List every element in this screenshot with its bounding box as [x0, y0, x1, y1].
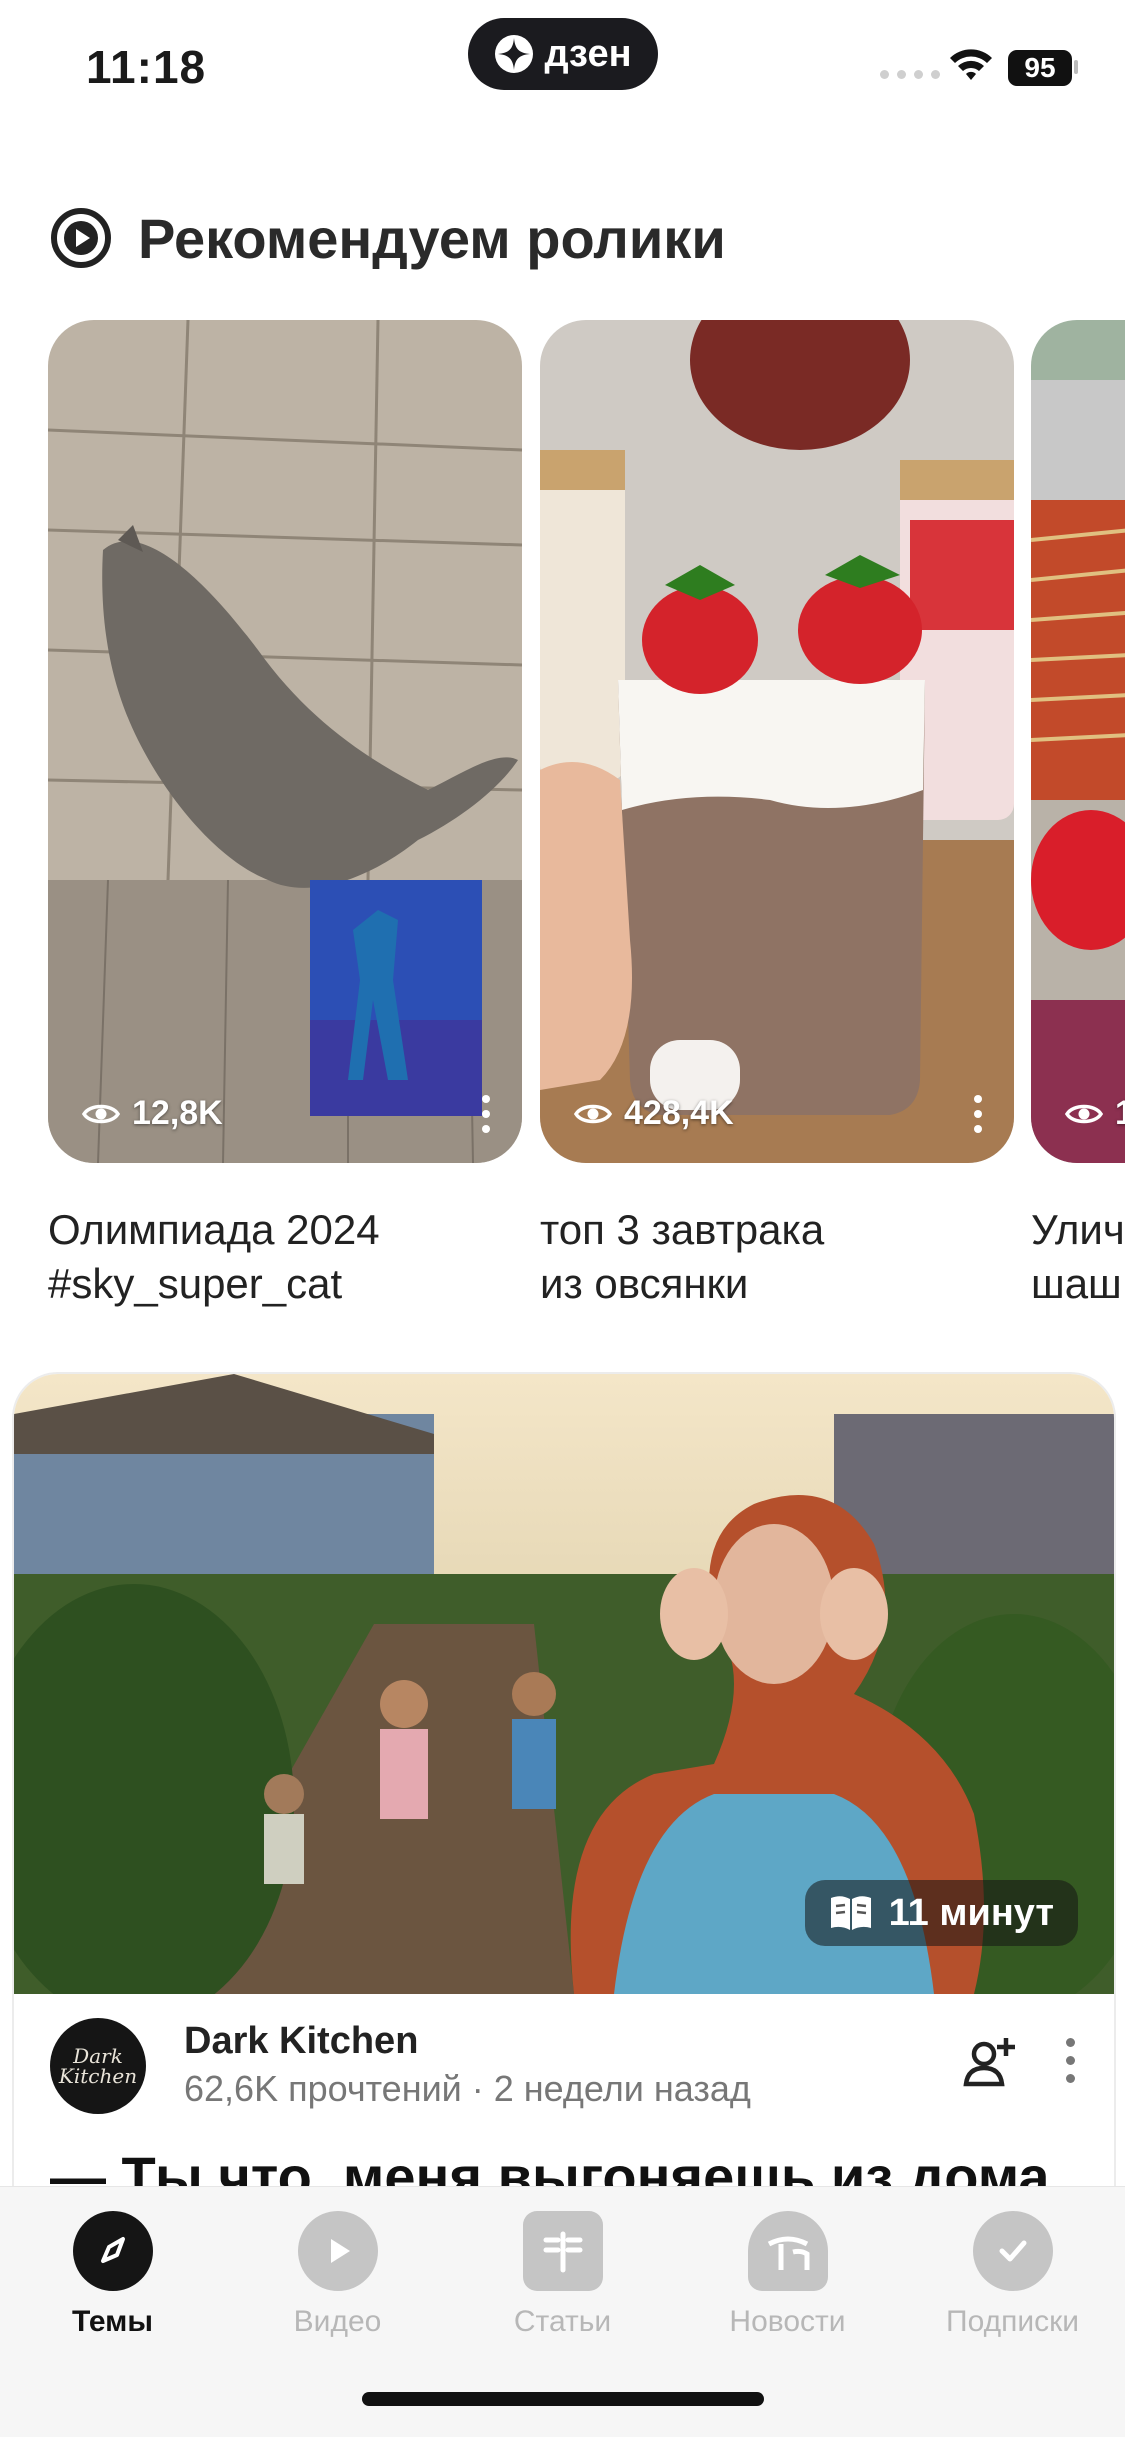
author-row: Dark Kitchen Dark Kitchen 62,6K прочтени…	[50, 2018, 1080, 2128]
tab-label: Темы	[72, 2305, 153, 2338]
street-food-video-image	[1031, 320, 1125, 1163]
oat-breakfast-video-image	[540, 320, 1014, 1163]
read-time-text: 11 минут	[888, 1891, 1054, 1934]
video-card[interactable]: 1 Улич шаш	[1031, 320, 1125, 1311]
subscribe-add-user-icon[interactable]	[962, 2032, 1018, 2088]
tab-label: Новости	[729, 2305, 846, 2338]
view-count-value: 1	[1115, 1094, 1125, 1132]
video-caption[interactable]: топ 3 завтрака из овсянки	[540, 1203, 1014, 1311]
eye-icon	[574, 1104, 612, 1123]
tab-subscriptions[interactable]: Подписки	[900, 2211, 1125, 2339]
eye-icon	[82, 1104, 120, 1123]
play-icon	[297, 2211, 378, 2291]
battery-tip	[1074, 60, 1078, 74]
tab-label: Видео	[293, 2305, 382, 2338]
video-caption[interactable]: Улич шаш	[1031, 1203, 1125, 1311]
cellular-signal-icon	[880, 70, 940, 79]
news-icon	[747, 2211, 828, 2291]
view-count-value: 428,4K	[624, 1094, 734, 1132]
home-indicator[interactable]	[362, 2392, 764, 2406]
more-options-icon[interactable]	[974, 1095, 984, 1133]
view-count: 1	[1065, 1094, 1125, 1133]
author-name[interactable]: Dark Kitchen	[184, 2020, 418, 2063]
article-cover-image[interactable]: 11 минут	[14, 1374, 1114, 1994]
tab-news[interactable]: Новости	[675, 2211, 900, 2339]
author-avatar[interactable]: Dark Kitchen	[50, 2018, 146, 2114]
wifi-icon	[950, 49, 992, 80]
status-time: 11:18	[86, 41, 207, 93]
read-time-badge: 11 минут	[804, 1880, 1078, 1946]
video-caption[interactable]: Олимпиада 2024 #sky_super_cat	[48, 1203, 522, 1311]
video-play-circle-icon	[51, 208, 111, 268]
article-card[interactable]: 11 минут Dark Kitchen Dark Kitchen 62,6K…	[12, 1372, 1116, 2276]
view-count: 428,4K	[574, 1094, 734, 1133]
article-icon	[830, 1896, 871, 1930]
article-icon	[522, 2211, 603, 2291]
article-meta: 62,6K прочтений · 2 недели назад	[184, 2068, 751, 2109]
dzen-logo-pill[interactable]: дзен	[468, 18, 658, 90]
video-thumbnail[interactable]: 12,8K	[48, 320, 522, 1163]
section-title: Рекомендуем ролики	[138, 206, 726, 270]
video-card[interactable]: 428,4K топ 3 завтрака из овсянки	[540, 320, 1014, 1311]
video-thumbnail[interactable]: 1	[1031, 320, 1125, 1163]
brand-name: дзен	[544, 32, 632, 75]
view-count-value: 12,8K	[132, 1094, 223, 1132]
avatar-logo-text: Dark Kitchen	[58, 2044, 138, 2088]
tab-articles[interactable]: Статьи	[450, 2211, 675, 2339]
status-bar: 11:18 дзен 95	[0, 0, 1125, 120]
more-options-icon[interactable]	[482, 1095, 492, 1133]
video-thumbnail[interactable]: 428,4K	[540, 320, 1014, 1163]
video-shelf[interactable]: 12,8K Олимпиада 2024 #sky_super_cat 428,…	[0, 320, 1125, 1320]
tab-label: Статьи	[513, 2305, 612, 2338]
article-more-options-icon[interactable]	[1066, 2038, 1075, 2083]
eye-icon	[1065, 1104, 1103, 1123]
dzen-star-icon	[495, 35, 534, 73]
section-header: Рекомендуем ролики	[50, 196, 726, 280]
tab-video[interactable]: Видео	[225, 2211, 450, 2339]
cat-video-image	[48, 320, 522, 1163]
tab-themes[interactable]: Темы	[0, 2211, 225, 2339]
video-card[interactable]: 12,8K Олимпиада 2024 #sky_super_cat	[48, 320, 522, 1311]
battery-indicator: 95	[1008, 50, 1072, 86]
compass-icon	[72, 2211, 153, 2291]
check-icon	[972, 2211, 1053, 2291]
tab-label: Подписки	[946, 2305, 1079, 2338]
view-count: 12,8K	[82, 1094, 223, 1133]
